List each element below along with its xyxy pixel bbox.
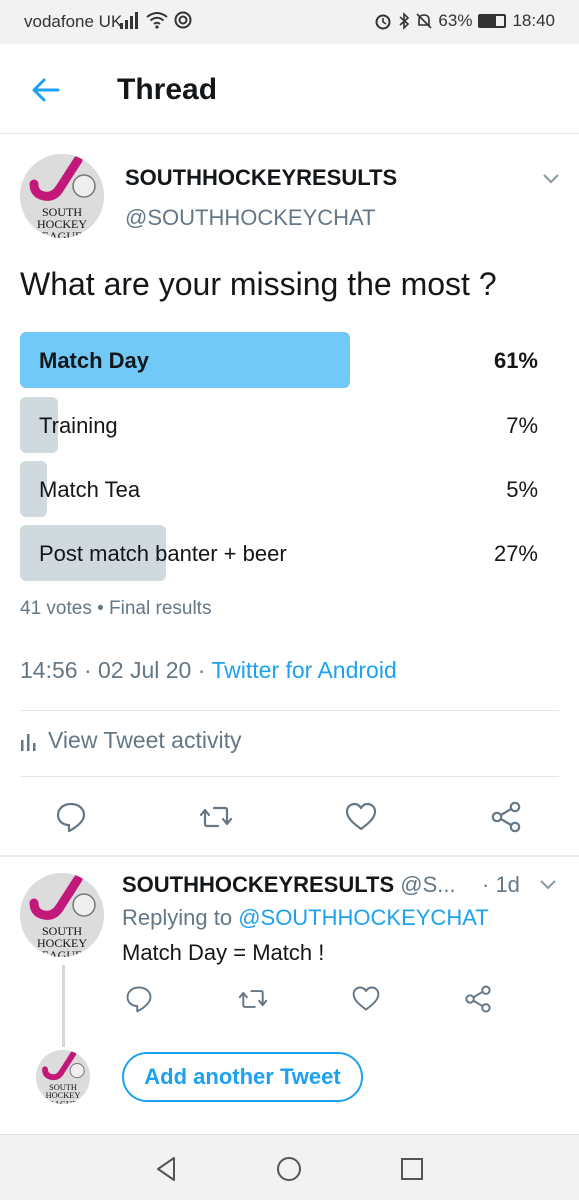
reply-icon[interactable] — [54, 800, 88, 834]
status-right-icons: 63% 18:40 — [374, 11, 555, 31]
view-activity-link[interactable]: View Tweet activity — [20, 727, 241, 754]
replying-to: Replying to @SOUTHHOCKEYCHAT — [122, 905, 489, 931]
poll-option: Match Day 61% — [20, 332, 540, 388]
view-activity-label: View Tweet activity — [48, 727, 242, 753]
chevron-down-icon[interactable] — [537, 873, 559, 895]
reply-icon[interactable] — [124, 984, 154, 1014]
reply-text: Match Day = Match ! — [122, 940, 325, 965]
add-another-tweet-button[interactable]: Add another Tweet — [122, 1052, 363, 1102]
share-icon[interactable] — [489, 800, 523, 834]
reply-author[interactable]: SOUTHHOCKEYRESULTS @S... — [122, 872, 456, 898]
mute-icon — [416, 13, 432, 29]
signal-icon — [120, 12, 138, 29]
avatar-text-line3: EAGUE — [49, 1100, 77, 1104]
avatar-text-line2: HOCKEY — [46, 1091, 81, 1100]
hockey-logo-icon: SOUTH HOCKEY EAGUE — [20, 873, 104, 957]
author-handle[interactable]: @SOUTHHOCKEYCHAT — [125, 205, 376, 231]
clock: 18:40 — [512, 11, 555, 30]
like-icon[interactable] — [351, 984, 381, 1014]
carrier-label: vodafone UK — [24, 12, 123, 31]
activity-chart-icon — [21, 733, 36, 751]
divider — [20, 776, 559, 777]
nav-back-icon[interactable] — [152, 1154, 182, 1184]
android-nav-bar — [0, 1134, 579, 1200]
page-title: Thread — [117, 73, 218, 106]
bluetooth-icon — [399, 12, 410, 30]
avatar[interactable]: SOUTH HOCKEY EAGUE — [20, 154, 104, 238]
app-header: Thread — [0, 44, 579, 134]
like-icon[interactable] — [344, 800, 378, 834]
back-arrow-icon[interactable] — [28, 72, 64, 108]
author-name[interactable]: SOUTHHOCKEYRESULTS — [125, 165, 397, 191]
timestamp-text: 14:56 · 02 Jul 20 · — [20, 657, 212, 683]
replying-to-handle[interactable]: @SOUTHHOCKEYCHAT — [238, 905, 489, 930]
retweet-icon[interactable] — [238, 984, 268, 1014]
poll-option-label: Match Day — [39, 348, 150, 373]
nav-recents-icon[interactable] — [397, 1154, 427, 1184]
hockey-logo-icon: SOUTH HOCKEY EAGUE — [36, 1050, 90, 1104]
battery-level-fill — [480, 16, 496, 26]
status-bar: vodafone UK 63% 18:40 — [0, 0, 579, 44]
tweet-text: What are your missing the most ? — [20, 266, 497, 302]
poll-meta: 41 votes • Final results — [20, 598, 212, 619]
alarm-icon — [375, 14, 391, 30]
battery-percent: 63% — [438, 11, 473, 30]
compose-avatar: SOUTH HOCKEY EAGUE — [36, 1050, 90, 1104]
reply-author-name: SOUTHHOCKEYRESULTS — [122, 872, 395, 897]
nav-home-icon[interactable] — [274, 1154, 304, 1184]
reply-time: · 1d — [482, 872, 520, 897]
poll-option-label: Match Tea — [39, 477, 141, 502]
source-link[interactable]: Twitter for Android — [211, 657, 396, 683]
chevron-down-icon[interactable] — [540, 167, 562, 189]
status-left-icons — [120, 11, 192, 29]
retweet-icon[interactable] — [199, 800, 233, 834]
reply-avatar[interactable]: SOUTH HOCKEY EAGUE — [20, 873, 104, 957]
reply-author-handle: @S... — [400, 872, 456, 897]
poll-option: Match Tea 5% — [20, 461, 540, 517]
avatar-text-line3: EAGUE — [42, 948, 83, 957]
poll-option: Post match banter + beer 27% — [20, 525, 540, 581]
divider — [20, 710, 559, 711]
tweet-timestamp: 14:56 · 02 Jul 20 · Twitter for Android — [20, 657, 397, 684]
poll-option-label: Post match banter + beer — [39, 541, 287, 566]
battery-icon — [478, 14, 507, 28]
poll-option-percent: 7% — [506, 413, 538, 438]
poll-option: Training 7% — [20, 397, 540, 453]
thread-connector-line — [62, 965, 65, 1047]
wifi-icon — [146, 12, 168, 29]
poll-option-label: Training — [39, 413, 118, 438]
share-icon[interactable] — [463, 984, 493, 1014]
replying-prefix: Replying to — [122, 905, 239, 930]
poll-option-percent: 27% — [493, 541, 538, 566]
hockey-logo-icon: SOUTH HOCKEY EAGUE — [20, 154, 104, 238]
avatar-text-line1: SOUTH — [49, 1083, 77, 1092]
avatar-text-line3: EAGUE — [42, 229, 83, 238]
nfc-icon — [174, 11, 192, 29]
poll-option-percent: 5% — [506, 477, 538, 502]
poll-option-percent: 61% — [493, 348, 538, 373]
section-divider — [0, 855, 579, 857]
